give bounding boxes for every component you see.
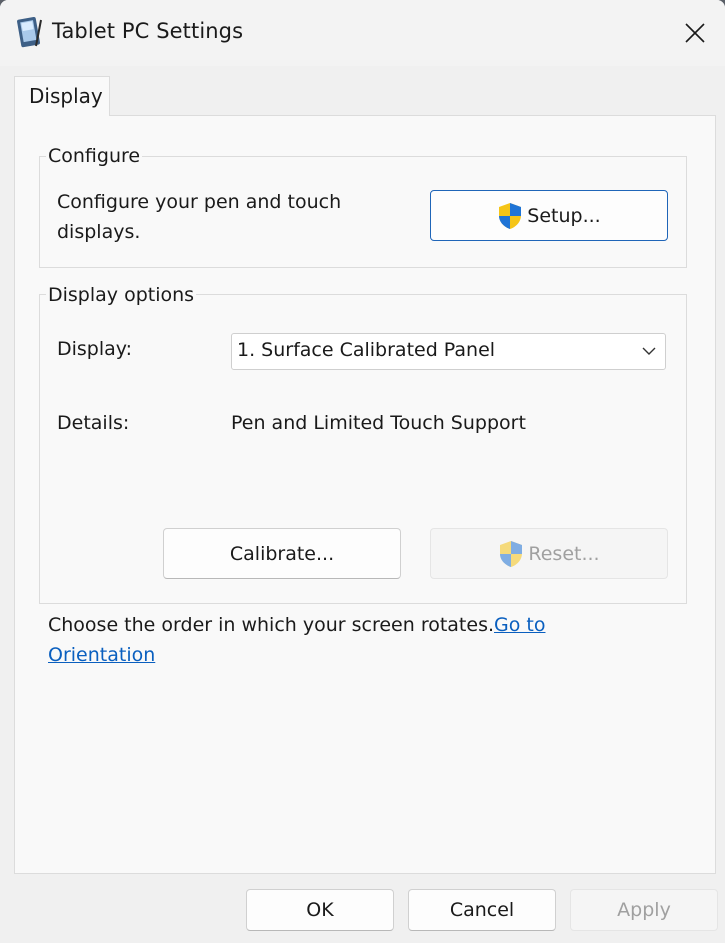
cancel-button-label: Cancel xyxy=(449,899,515,921)
ok-button[interactable]: OK xyxy=(246,889,394,931)
close-button[interactable] xyxy=(670,8,720,58)
window-title: Tablet PC Settings xyxy=(52,19,244,43)
orientation-link-part2[interactable]: Orientation xyxy=(48,640,155,670)
details-value: Pen and Limited Touch Support xyxy=(231,412,526,434)
chevron-down-icon xyxy=(642,347,656,355)
display-options-group-title: Display options xyxy=(46,284,197,306)
reset-button-label: Reset... xyxy=(528,542,600,565)
display-label: Display: xyxy=(57,338,133,360)
close-icon xyxy=(685,23,705,43)
tab-display-label: Display xyxy=(29,84,103,108)
details-label: Details: xyxy=(57,412,130,434)
ok-button-label: OK xyxy=(306,899,334,921)
tablet-pc-settings-window: Tablet PC Settings Display Configure Con… xyxy=(0,0,725,943)
setup-button-label: Setup... xyxy=(527,204,601,227)
orientation-link-part1[interactable]: Go to xyxy=(494,614,545,636)
calibrate-button[interactable]: Calibrate... xyxy=(163,528,401,579)
tab-display[interactable]: Display xyxy=(14,76,110,116)
uac-shield-icon xyxy=(499,202,522,229)
orientation-text: Choose the order in which your screen ro… xyxy=(48,610,545,640)
cancel-button[interactable]: Cancel xyxy=(408,889,556,931)
display-select-value: 1. Surface Calibrated Panel xyxy=(237,339,496,361)
tablet-pc-icon xyxy=(17,16,42,48)
configure-group-title: Configure xyxy=(46,145,143,167)
title-bar[interactable]: Tablet PC Settings xyxy=(0,0,725,66)
configure-description-line1: Configure your pen and touch xyxy=(57,191,342,213)
display-select[interactable]: 1. Surface Calibrated Panel xyxy=(231,333,666,370)
reset-button[interactable]: Reset... xyxy=(430,528,668,579)
apply-button[interactable]: Apply xyxy=(570,889,718,931)
uac-shield-icon xyxy=(500,540,523,567)
apply-button-label: Apply xyxy=(617,899,671,921)
orientation-description: Choose the order in which your screen ro… xyxy=(48,614,495,636)
configure-description-line2: displays. xyxy=(57,221,141,243)
setup-button[interactable]: Setup... xyxy=(430,190,668,241)
calibrate-button-label: Calibrate... xyxy=(229,542,335,565)
